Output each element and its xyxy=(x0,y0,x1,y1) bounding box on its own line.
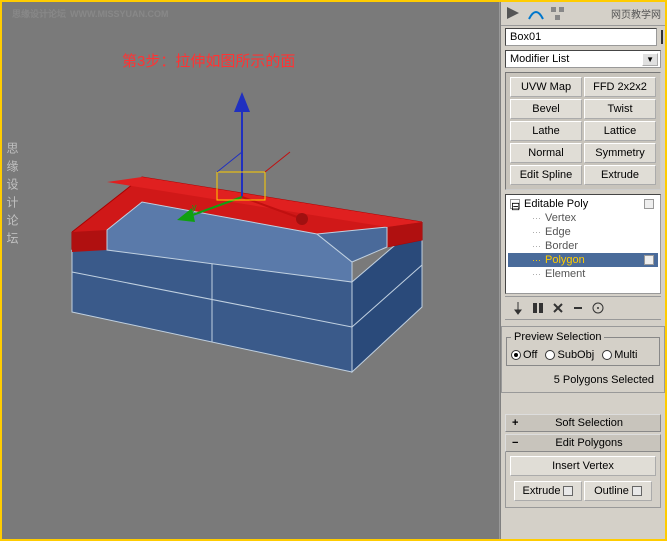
selection-count: 5 Polygons Selected xyxy=(506,370,660,388)
outline-settings-icon[interactable] xyxy=(632,486,642,496)
rainbow-icon[interactable] xyxy=(527,5,545,23)
lathe-button[interactable]: Lathe xyxy=(510,121,582,141)
modifier-stack[interactable]: ⊟Editable Poly ⋯Vertex ⋯Edge ⋯Border ⋯Po… xyxy=(505,194,661,294)
stack-border[interactable]: ⋯Border xyxy=(508,239,658,253)
preview-multi-radio[interactable]: Multi xyxy=(602,349,637,361)
preview-off-radio[interactable]: Off xyxy=(511,349,537,361)
watermark-top-right: 网页教学网 xyxy=(611,6,661,21)
model-view[interactable]: y xyxy=(42,82,462,442)
object-color-swatch[interactable] xyxy=(661,30,663,44)
arrow-icon[interactable] xyxy=(505,5,523,23)
edit-spline-button[interactable]: Edit Spline xyxy=(510,165,582,185)
twist-button[interactable]: Twist xyxy=(584,99,656,119)
watermark-vertical: 思缘设计论坛 xyxy=(4,142,21,250)
edit-polygons-rollout[interactable]: −Edit Polygons xyxy=(505,434,661,452)
stack-vertex[interactable]: ⋯Vertex xyxy=(508,211,658,225)
insert-vertex-button[interactable]: Insert Vertex xyxy=(510,456,656,476)
extrude-button[interactable]: Extrude xyxy=(514,481,582,501)
modifier-list-dropdown[interactable]: Modifier List xyxy=(505,50,661,68)
preview-legend: Preview Selection xyxy=(511,331,604,343)
soft-selection-rollout[interactable]: +Soft Selection xyxy=(505,414,661,432)
extrude-mod-button[interactable]: Extrude xyxy=(584,165,656,185)
uvw-map-button[interactable]: UVW Map xyxy=(510,77,582,97)
show-end-icon[interactable] xyxy=(531,301,545,315)
remove-icon[interactable] xyxy=(571,301,585,315)
panel-tabs: 网页教学网 xyxy=(501,2,665,26)
object-name-input[interactable] xyxy=(505,28,657,46)
command-panel: 网页教学网 Modifier List UVW Map FFD 2x2x2 Be… xyxy=(500,2,665,539)
modifier-buttons: UVW Map FFD 2x2x2 Bevel Twist Lathe Latt… xyxy=(505,72,661,190)
normal-button[interactable]: Normal xyxy=(510,143,582,163)
ffd-button[interactable]: FFD 2x2x2 xyxy=(584,77,656,97)
lattice-button[interactable]: Lattice xyxy=(584,121,656,141)
extrude-settings-icon[interactable] xyxy=(563,486,573,496)
preview-selection-row: Off SubObj Multi xyxy=(511,347,655,363)
outline-button[interactable]: Outline xyxy=(584,481,652,501)
pin-icon[interactable] xyxy=(511,301,525,315)
stack-polygon[interactable]: ⋯Polygon xyxy=(508,253,658,267)
stack-root[interactable]: ⊟Editable Poly xyxy=(508,197,658,211)
hierarchy-icon[interactable] xyxy=(549,5,567,23)
viewport[interactable]: 思缘设计论坛WWW.MISSYUAN.COM 思缘设计论坛 第3步：拉伸如图所示… xyxy=(2,2,500,539)
stack-toolbar xyxy=(505,296,661,320)
svg-text:y: y xyxy=(192,202,197,212)
step-annotation: 第3步：拉伸如图所示的面 xyxy=(122,50,295,71)
preview-subobj-radio[interactable]: SubObj xyxy=(545,349,594,361)
bevel-button[interactable]: Bevel xyxy=(510,99,582,119)
symmetry-button[interactable]: Symmetry xyxy=(584,143,656,163)
stack-edge[interactable]: ⋯Edge xyxy=(508,225,658,239)
make-unique-icon[interactable] xyxy=(551,301,565,315)
stack-element[interactable]: ⋯Element xyxy=(508,267,658,281)
watermark-top-left: 思缘设计论坛WWW.MISSYUAN.COM xyxy=(8,6,169,20)
configure-icon[interactable] xyxy=(591,301,605,315)
